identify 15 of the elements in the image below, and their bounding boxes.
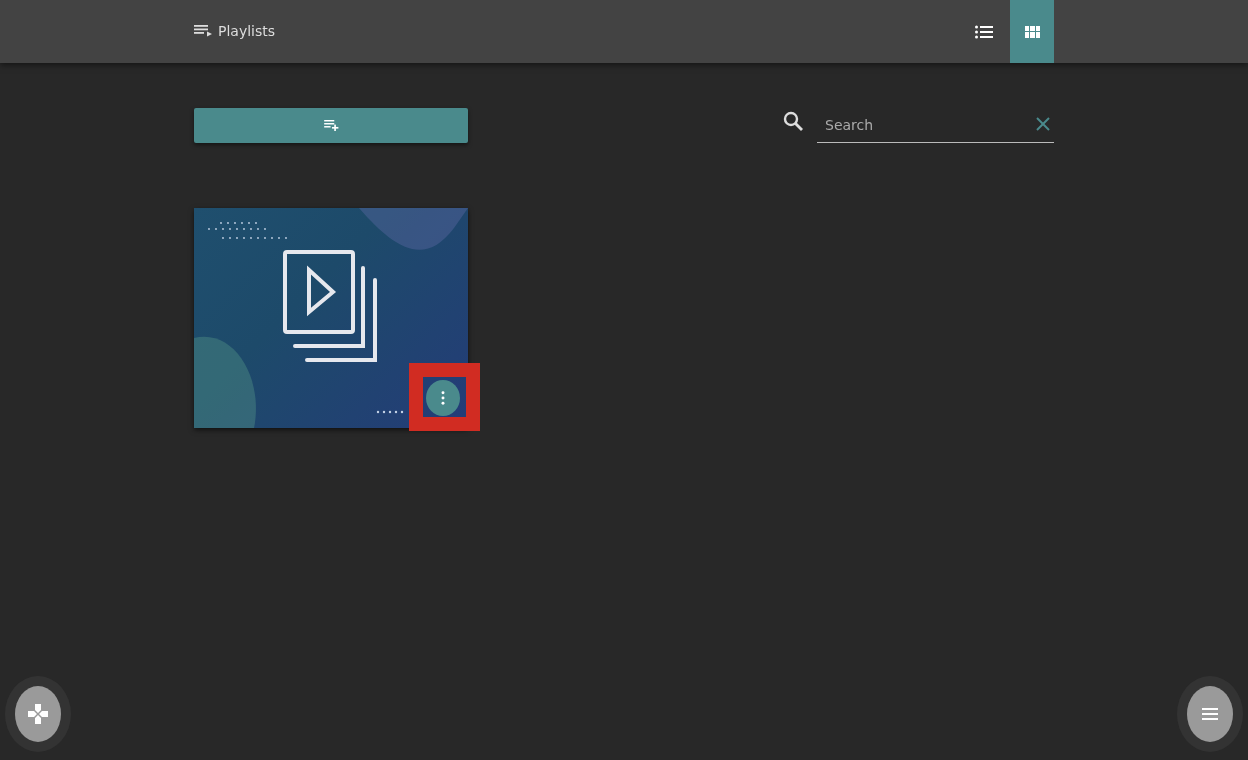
playlist-icon (194, 24, 212, 37)
gamepad-icon (28, 704, 48, 724)
clear-icon[interactable] (1036, 117, 1050, 131)
search-field[interactable]: Search (817, 107, 1054, 143)
playlist-thumbnail[interactable] (194, 208, 468, 428)
grid-view-button[interactable] (1010, 0, 1054, 63)
list-icon (975, 24, 993, 39)
grid-icon (1024, 25, 1040, 38)
menu-icon (1202, 707, 1218, 721)
page-title: Playlists (218, 22, 276, 39)
more-options-button[interactable] (426, 380, 460, 416)
dot-pattern-drawing (376, 410, 404, 414)
more-vertical-icon (441, 391, 445, 405)
playlist-add-icon (323, 120, 339, 131)
search-icon (783, 111, 803, 131)
